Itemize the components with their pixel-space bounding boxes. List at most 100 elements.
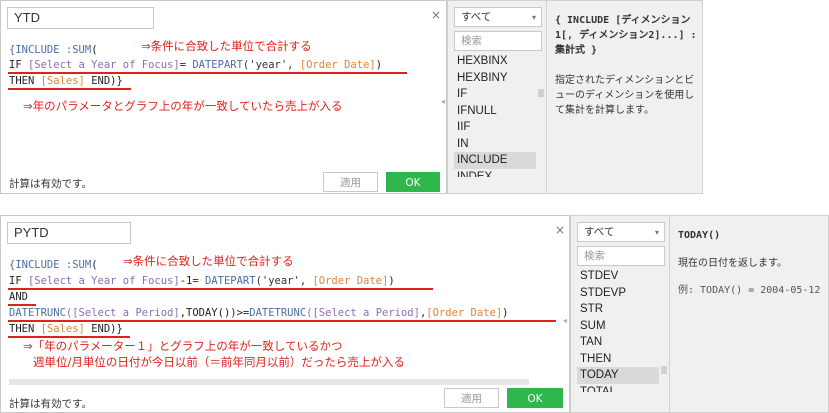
help-description: 指定されたディメンションとビューのディメンションを使用して集計を計算します。 <box>555 75 695 116</box>
code-token: DATETRUNC <box>249 307 307 319</box>
code-token: ) <box>375 59 383 71</box>
function-item[interactable]: TAN <box>577 334 659 351</box>
code-token: ( <box>91 44 98 56</box>
function-item[interactable]: HEXBINX <box>454 53 536 70</box>
code-token: AND <box>9 291 28 303</box>
validation-status: 計算は有効です。 <box>9 398 92 410</box>
code-token: [Select a Year of Focus] <box>27 275 180 287</box>
red-underline <box>8 88 131 90</box>
scroll-arrow-icon[interactable]: ◂ <box>563 316 567 325</box>
help-syntax: TODAY() <box>678 230 721 241</box>
chevron-down-icon: ▾ <box>531 13 536 22</box>
annotation-note: 週単位/月単位の日付が今日以前（＝前年同月以前）だったら売上が入る <box>33 355 405 369</box>
code-line-3[interactable]: THEN [Sales] END)} <box>9 74 123 88</box>
code-line-4[interactable]: DATETRUNC([Select a Period],TODAY())>=DA… <box>9 306 508 320</box>
function-item-selected[interactable]: INCLUDE <box>454 152 536 169</box>
help-example: 例: TODAY() = 2004-05-12 <box>678 285 821 296</box>
code-token: [Order Date] <box>426 307 503 319</box>
function-item[interactable]: IIF <box>454 119 536 136</box>
calc-editor: PYTD × {INCLUDE :SUM( ⇒条件に合致した単位で合計する IF… <box>0 215 570 413</box>
function-help-panel: TODAY() 現在の日付を返します。 例: TODAY() = 2004-05… <box>670 215 829 413</box>
calc-dialog-pytd: PYTD × {INCLUDE :SUM( ⇒条件に合致した単位で合計する IF… <box>0 215 829 413</box>
function-list: HEXBINX HEXBINY IF IFNULL IIF IN INCLUDE… <box>454 53 536 177</box>
code-token: IF <box>9 275 28 287</box>
code-token: [Sales] <box>40 75 85 87</box>
annotation-note: ⇒条件に合致した単位で合計する <box>123 254 294 268</box>
function-item[interactable]: STDEVP <box>577 285 659 302</box>
apply-button[interactable]: 適用 <box>323 172 378 192</box>
code-token: THEN <box>9 323 41 335</box>
function-list: STDEV STDEVP STR SUM TAN THEN TODAY TOTA… <box>577 268 659 392</box>
code-line-1[interactable]: {INCLUDE :SUM( <box>9 43 98 57</box>
code-token: {INCLUDE : <box>9 259 73 271</box>
function-search-input[interactable]: 検索 <box>454 31 542 51</box>
function-list-panel: すべて ▾ 検索 STDEV STDEVP STR SUM TAN THEN T… <box>570 215 670 413</box>
code-token: ([Select a Period] <box>306 307 420 319</box>
help-description: 現在の日付を返します。 <box>678 258 787 269</box>
function-item-selected[interactable]: TODAY <box>577 367 659 384</box>
code-token: ('year', <box>242 59 300 71</box>
function-item[interactable]: INDEX <box>454 169 536 177</box>
code-line-2[interactable]: IF [Select a Year of Focus]-1= DATEPART(… <box>9 274 395 288</box>
code-token: ) <box>388 275 395 287</box>
code-token: = <box>179 59 193 71</box>
code-token: ([Select a Period] <box>65 307 180 319</box>
function-item[interactable]: IN <box>454 136 536 153</box>
calc-name-input[interactable]: PYTD <box>7 222 131 244</box>
code-line-5[interactable]: THEN [Sales] END)} <box>9 322 123 336</box>
function-item[interactable]: IFNULL <box>454 103 536 120</box>
chevron-down-icon: ▾ <box>654 228 659 237</box>
code-token: THEN <box>9 75 41 87</box>
category-select[interactable]: すべて ▾ <box>454 7 542 27</box>
function-item[interactable]: SUM <box>577 318 659 335</box>
category-select[interactable]: すべて ▾ <box>577 222 665 242</box>
function-item[interactable]: STR <box>577 301 659 318</box>
code-token: {INCLUDE : <box>9 44 73 56</box>
annotation-note: ⇒条件に合致した単位で合計する <box>141 39 312 53</box>
code-token: ) <box>502 307 509 319</box>
code-token: [Order Date] <box>312 275 389 287</box>
red-underline <box>8 288 433 290</box>
annotation-note: ⇒年のパラメータとグラフ上の年が一致していたら売上が入る <box>23 99 343 113</box>
code-token: IF <box>9 59 28 71</box>
function-search-input[interactable]: 検索 <box>577 246 665 266</box>
apply-button[interactable]: 適用 <box>444 388 499 408</box>
code-token: [Select a Year of Focus] <box>27 59 180 71</box>
function-item[interactable]: STDEV <box>577 268 659 285</box>
close-icon[interactable]: × <box>555 223 565 237</box>
code-line-2[interactable]: IF [Select a Year of Focus]= DATEPART('y… <box>9 58 382 72</box>
function-list-panel: すべて ▾ 検索 HEXBINX HEXBINY IF IFNULL IIF I… <box>447 0 547 194</box>
code-line-1[interactable]: {INCLUDE :SUM( <box>9 258 98 272</box>
code-token: DATETRUNC <box>9 307 66 319</box>
scroll-arrow-icon[interactable]: ◂ <box>441 97 445 106</box>
list-scrollbar[interactable] <box>661 366 667 374</box>
function-item[interactable]: IF <box>454 86 536 103</box>
code-token: END)} <box>84 323 123 335</box>
code-token: SUM <box>72 259 92 271</box>
category-value: すべて <box>461 11 492 23</box>
validation-status: 計算は有効です。 <box>9 178 92 190</box>
calc-dialog-ytd: YTD × {INCLUDE :SUM( ⇒条件に合致した単位で合計する IF … <box>0 0 829 194</box>
code-line-3[interactable]: AND <box>9 290 28 304</box>
close-icon[interactable]: × <box>431 8 441 22</box>
annotation-note: ⇒「年のパラメーター１」とグラフ上の年が一致しているかつ <box>23 339 343 353</box>
calc-editor: YTD × {INCLUDE :SUM( ⇒条件に合致した単位で合計する IF … <box>0 0 447 194</box>
code-token: SUM <box>72 44 92 56</box>
code-token: ('year', <box>255 275 313 287</box>
ok-button[interactable]: OK <box>386 172 440 192</box>
function-item[interactable]: HEXBINY <box>454 70 536 87</box>
function-item[interactable]: TOTAL <box>577 384 659 392</box>
horizontal-scrollbar[interactable] <box>9 379 529 385</box>
code-token: [Sales] <box>40 323 85 335</box>
list-scrollbar[interactable] <box>538 89 544 97</box>
category-value: すべて <box>584 226 615 238</box>
calc-name-input[interactable]: YTD <box>7 7 154 29</box>
function-help-panel: { INCLUDE [ディメンション1[, ディメンション2]...] : 集計… <box>547 0 703 194</box>
help-syntax: { INCLUDE [ディメンション1[, ディメンション2]...] : 集計… <box>555 15 697 56</box>
code-token: ( <box>91 259 98 271</box>
code-token: DATEPART <box>204 275 256 287</box>
ok-button[interactable]: OK <box>507 388 563 408</box>
code-token: -1= <box>179 275 205 287</box>
code-token: END)} <box>84 75 123 87</box>
function-item[interactable]: THEN <box>577 351 659 368</box>
